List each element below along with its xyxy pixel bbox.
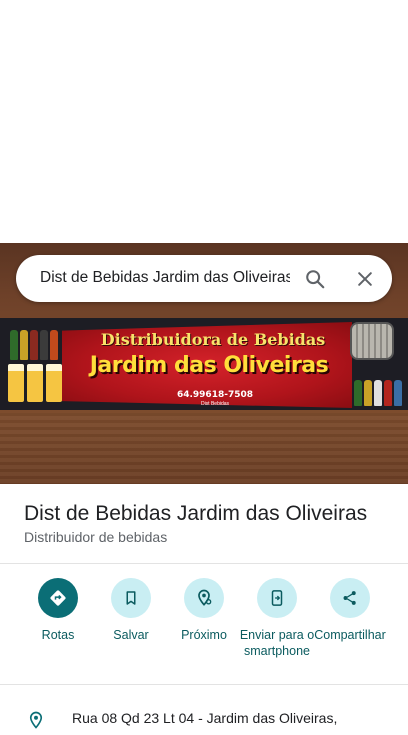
send-to-phone-button[interactable]: Enviar para o smartphone (237, 578, 317, 659)
place-category: Distribuidor de bebidas (24, 529, 168, 545)
location-pin-icon (27, 710, 45, 735)
send-to-phone-icon (257, 578, 297, 618)
barrel-graphic (350, 322, 394, 360)
banner-phone: 64.99618-7508 (176, 390, 254, 400)
store-banner: Distribuidora de Bebidas Jardim das Oliv… (0, 318, 408, 410)
bookmark-icon (111, 578, 151, 618)
map-area[interactable] (0, 0, 408, 243)
nearby-icon (184, 578, 224, 618)
banner-tag: Dist Bebidas (200, 401, 230, 407)
directions-label: Rotas (41, 628, 75, 642)
divider (0, 563, 408, 564)
divider (0, 684, 408, 685)
search-icon[interactable] (302, 266, 328, 292)
address-text: Rua 08 Qd 23 Lt 04 - Jardim das Oliveira… (72, 710, 338, 726)
search-query[interactable]: Dist de Bebidas Jardim das Oliveiras (40, 269, 290, 287)
search-bar[interactable]: Dist de Bebidas Jardim das Oliveiras (16, 255, 392, 302)
bottles-graphic (8, 324, 64, 404)
place-title: Dist de Bebidas Jardim das Oliveiras (24, 502, 368, 525)
banner-line-2: Jardim das Oliveiras (89, 353, 329, 378)
save-label: Salvar (113, 628, 149, 642)
close-icon[interactable] (352, 266, 378, 292)
bottle-graphic (354, 380, 362, 406)
bottle-graphic (394, 380, 402, 406)
photo-wood-background (0, 413, 408, 484)
bottle-graphic (364, 380, 372, 406)
nearby-button[interactable]: Próximo (164, 578, 244, 643)
share-icon (330, 578, 370, 618)
directions-icon (38, 578, 78, 618)
save-button[interactable]: Salvar (91, 578, 171, 643)
send-to-phone-label: Enviar para o smartphone (239, 628, 315, 658)
bottle-graphic (384, 380, 392, 406)
banner-line-1: Distribuidora de Bebidas (100, 330, 326, 349)
share-label: Compartilhar (314, 628, 386, 642)
address-row[interactable]: Rua 08 Qd 23 Lt 04 - Jardim das Oliveira… (0, 700, 408, 729)
bottle-graphic (374, 380, 382, 406)
share-button[interactable]: Compartilhar (310, 578, 390, 643)
nearby-label: Próximo (181, 628, 227, 642)
directions-button[interactable]: Rotas (18, 578, 98, 643)
